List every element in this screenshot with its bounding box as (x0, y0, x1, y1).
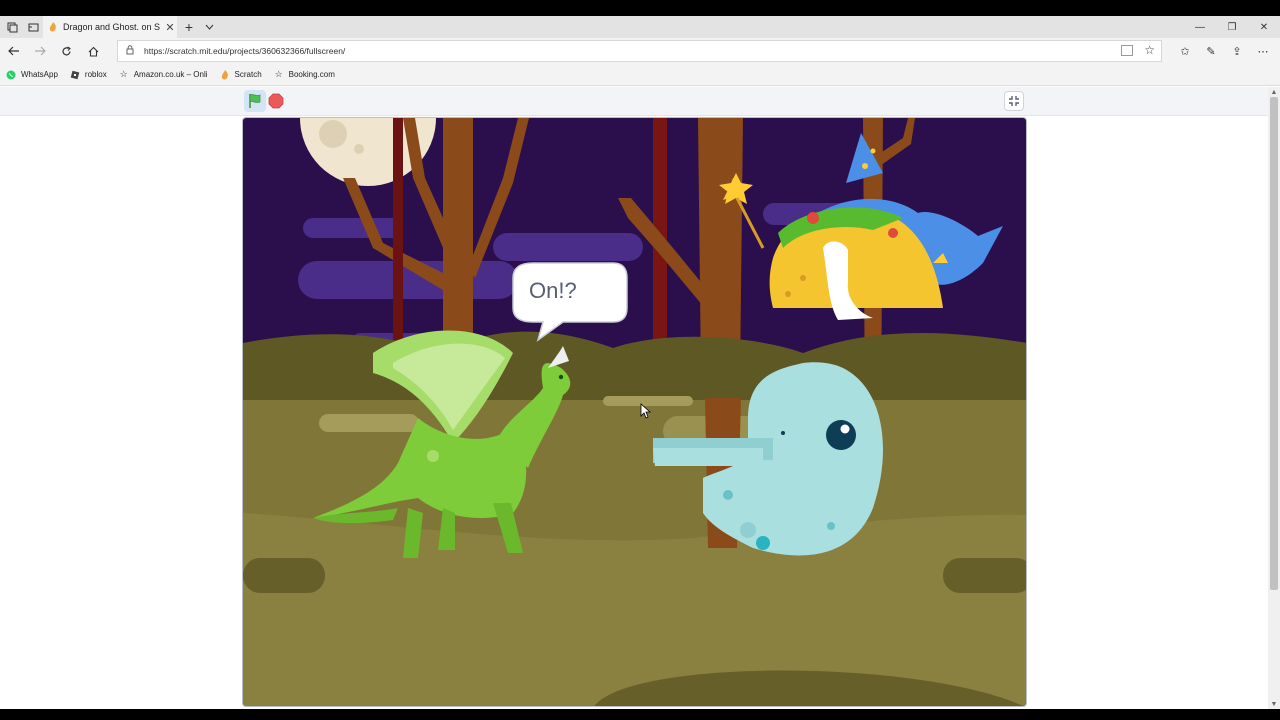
green-flag-button[interactable] (244, 90, 266, 112)
foreground-ground (243, 513, 1026, 706)
player-controls (0, 87, 1268, 116)
favorite-label: roblox (84, 70, 107, 79)
set-tabs-aside-icon[interactable] (23, 16, 43, 38)
favorite-booking[interactable]: ☆ Booking.com (274, 69, 335, 80)
scratch-player-page: On!? (0, 87, 1268, 709)
reading-view-icon[interactable] (1121, 45, 1133, 56)
scratch-favicon-icon (49, 22, 56, 32)
minimize-button[interactable]: — (1184, 16, 1216, 38)
favorite-whatsapp[interactable]: WhatsApp (6, 70, 58, 80)
restore-button[interactable]: ❐ (1216, 16, 1248, 38)
favorite-roblox[interactable]: roblox (70, 70, 107, 80)
unfullscreen-icon (1009, 96, 1019, 106)
favorites-hub-icon[interactable]: ✩ (1174, 40, 1196, 62)
tab-close-icon[interactable]: ✕ (163, 21, 177, 34)
refresh-icon[interactable] (55, 40, 77, 62)
page-scrollbar[interactable]: ▲ ▼ (1268, 87, 1280, 709)
toolbar-right: ✩ ✎ ⇪ ⋯ (1174, 40, 1274, 62)
chevron-down-icon[interactable] (202, 16, 216, 38)
project-stage[interactable]: On!? (242, 117, 1027, 707)
browser-window: Dragon and Ghost. on S ✕ + — ❐ ✕ https:/… (0, 0, 1280, 720)
pen-notes-icon[interactable]: ✎ (1200, 40, 1222, 62)
scroll-up-arrow-icon[interactable]: ▲ (1268, 87, 1280, 97)
scroll-thumb[interactable] (1270, 97, 1278, 590)
favorite-star-icon[interactable]: ☆ (1144, 43, 1155, 57)
share-icon[interactable]: ⇪ (1226, 40, 1248, 62)
favorite-label: Booking.com (288, 70, 335, 79)
green-flag-icon (249, 94, 261, 108)
scroll-down-arrow-icon[interactable]: ▼ (1268, 699, 1280, 709)
tab-strip: Dragon and Ghost. on S ✕ + — ❐ ✕ (0, 16, 1280, 38)
favorite-label: Amazon.co.uk – Onli (133, 70, 208, 79)
favorites-bar: WhatsApp roblox ☆ Amazon.co.uk – Onli Sc… (0, 64, 1280, 86)
tab-scratch-project[interactable]: Dragon and Ghost. on S ✕ (43, 16, 177, 38)
star-icon: ☆ (274, 69, 283, 79)
stop-sign-icon (268, 93, 284, 109)
screen-bezel-top (0, 0, 1280, 16)
exit-fullscreen-button[interactable] (1004, 91, 1024, 111)
whatsapp-icon (6, 70, 16, 80)
favorite-amazon[interactable]: ☆ Amazon.co.uk – Onli (119, 69, 208, 80)
home-icon[interactable] (82, 40, 104, 62)
scratch-icon (220, 69, 230, 80)
url-text: https://scratch.mit.edu/projects/3606323… (144, 46, 346, 56)
navigation-bar: https://scratch.mit.edu/projects/3606323… (0, 38, 1280, 64)
address-bar[interactable]: https://scratch.mit.edu/projects/3606323… (117, 40, 1162, 62)
star-icon: ☆ (119, 69, 128, 79)
new-tab-button[interactable]: + (181, 16, 197, 38)
stop-button[interactable] (268, 93, 284, 109)
more-menu-icon[interactable]: ⋯ (1252, 40, 1274, 62)
forward-arrow-icon[interactable] (29, 40, 51, 62)
favorite-label: WhatsApp (21, 70, 58, 79)
stage-canvas: On!? (243, 118, 1026, 706)
favorite-scratch[interactable]: Scratch (220, 69, 262, 80)
roblox-icon (70, 70, 80, 80)
tab-actions-icon[interactable] (2, 16, 22, 38)
lock-icon (126, 45, 136, 57)
back-arrow-icon[interactable] (3, 40, 25, 62)
favorite-label: Scratch (234, 70, 262, 79)
window-controls: — ❐ ✕ (1184, 16, 1280, 38)
tab-title: Dragon and Ghost. on S (63, 22, 161, 32)
close-window-button[interactable]: ✕ (1248, 16, 1280, 38)
speech-bubble-text: On!? (529, 278, 577, 303)
screen-bezel-bottom (0, 709, 1280, 720)
